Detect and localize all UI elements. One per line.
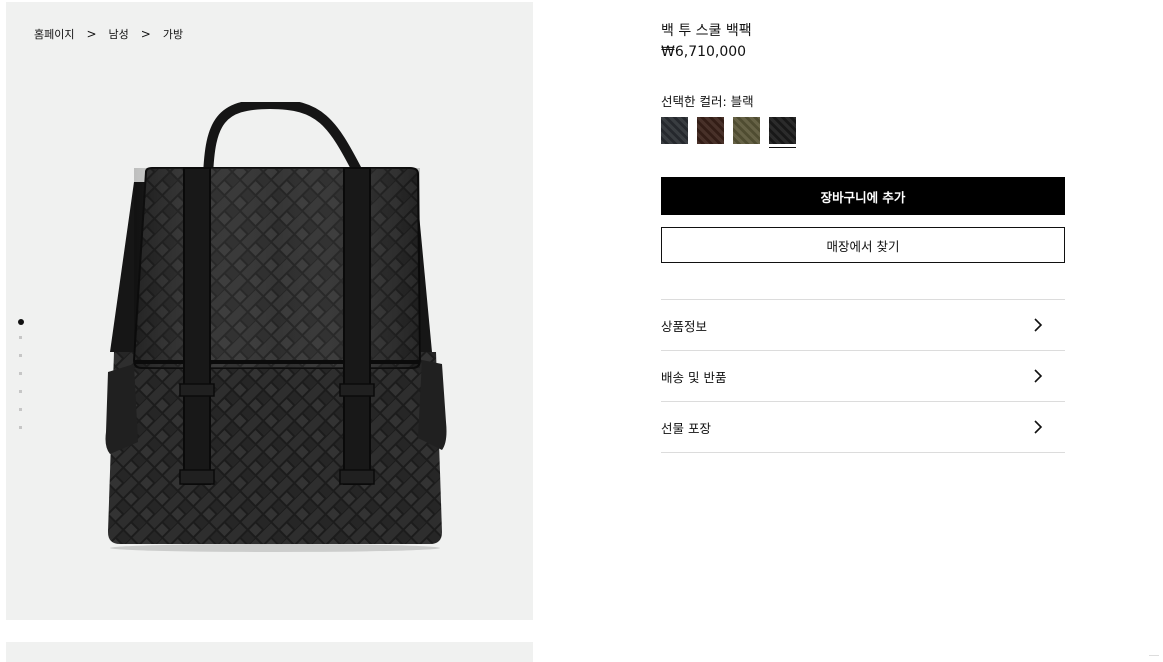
breadcrumb-men[interactable]: 남성: [109, 26, 129, 42]
gallery-dot-1[interactable]: [18, 319, 24, 325]
gallery-pagination: [18, 319, 24, 444]
gallery-dot-4[interactable]: [19, 372, 22, 375]
selected-color-label: 선택한 컬러: 블랙: [661, 94, 754, 109]
gallery-dot-7[interactable]: [19, 426, 22, 429]
chevron-right-icon: >: [140, 27, 151, 41]
color-swatch-olive[interactable]: [733, 117, 760, 144]
product-price: ₩6,710,000: [661, 44, 747, 60]
chevron-right-icon: [1034, 318, 1043, 332]
gallery-dot-2[interactable]: [19, 336, 22, 339]
color-swatch-black[interactable]: [769, 117, 796, 148]
accordion-label: 선물 포장: [661, 420, 711, 436]
product-gallery-next-image: [6, 642, 533, 662]
color-swatches: [661, 117, 805, 148]
chevron-right-icon: >: [86, 27, 97, 41]
gallery-dot-3[interactable]: [19, 354, 22, 357]
breadcrumb-bags[interactable]: 가방: [163, 26, 183, 42]
color-swatch-navy[interactable]: [661, 117, 688, 144]
find-in-store-button[interactable]: 매장에서 찾기: [661, 227, 1065, 263]
backpack-product-image: [105, 102, 447, 552]
accordion-gift-wrap[interactable]: 선물 포장: [661, 402, 1065, 453]
product-details-accordion: 상품정보 배송 및 반품 선물 포장: [661, 299, 1065, 453]
accordion-label: 상품정보: [661, 318, 708, 334]
product-title: 백 투 스쿨 백팩: [661, 23, 752, 39]
color-swatch-brown[interactable]: [697, 117, 724, 144]
product-gallery: 홈페이지 > 남성 > 가방: [6, 2, 533, 620]
breadcrumb: 홈페이지 > 남성 > 가방: [34, 26, 183, 42]
accordion-label: 배송 및 반품: [661, 369, 727, 385]
add-to-cart-button[interactable]: 장바구니에 추가: [661, 177, 1065, 215]
accordion-shipping-returns[interactable]: 배송 및 반품: [661, 351, 1065, 402]
chevron-right-icon: [1034, 420, 1043, 434]
gallery-dot-5[interactable]: [19, 390, 22, 393]
accordion-product-info[interactable]: 상품정보: [661, 300, 1065, 351]
gallery-dot-6[interactable]: [19, 408, 22, 411]
chevron-right-icon: [1034, 369, 1043, 383]
divider: [1149, 655, 1159, 660]
breadcrumb-home[interactable]: 홈페이지: [34, 26, 74, 42]
